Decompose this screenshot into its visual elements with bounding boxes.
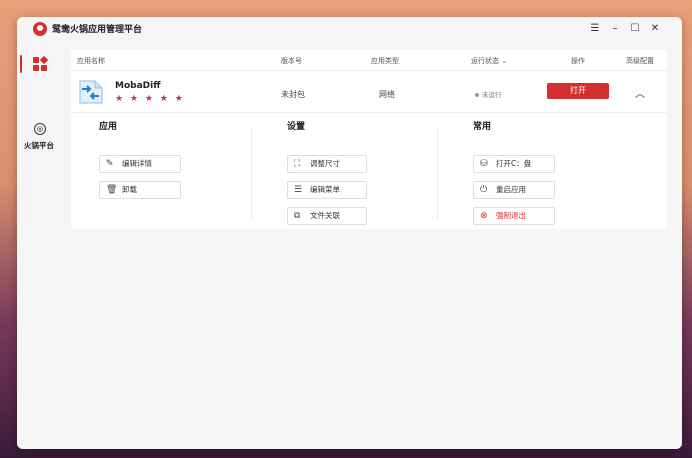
force-quit-label: 强制退出 (496, 211, 526, 220)
header-status-label: 运行状态 (471, 57, 499, 65)
app-version: 未封包 (281, 90, 305, 99)
list-icon: ☰ (294, 185, 303, 195)
section-title-settings: 设置 (287, 122, 306, 132)
files-icon: ⧉ (294, 211, 301, 221)
section-divider (437, 127, 438, 219)
edit-menu-button[interactable]: ☰ 编辑菜单 (287, 181, 367, 199)
active-indicator (20, 55, 22, 73)
rating-stars: ★ ★ ★ ★ ★ (115, 94, 185, 104)
status-dot-icon (475, 93, 479, 97)
close-icon[interactable]: ✕ (647, 21, 663, 37)
table-row[interactable]: MobaDiff ★ ★ ★ ★ ★ 未封包 网络 未运行 打开 ︿ (71, 71, 667, 113)
file-association-button[interactable]: ⧉ 文件关联 (287, 207, 367, 225)
menu-icon[interactable]: ☰ (587, 21, 603, 37)
app-title: 鸳鸯火锅应用管理平台 (52, 25, 143, 35)
header-action: 操作 (571, 57, 585, 65)
sidebar: ◎ 火锅平台 (17, 41, 61, 449)
app-window: 鸳鸯火锅应用管理平台 ☰ – ☐ ✕ ◎ 火锅平台 应用名称 版本号 应用类型 (17, 17, 682, 449)
restart-app-label: 重启应用 (496, 185, 526, 194)
section-title-app: 应用 (99, 122, 118, 132)
sidebar-item-apps[interactable] (17, 49, 61, 79)
header-version: 版本号 (281, 57, 302, 65)
hotpot-icon: ◎ (34, 123, 46, 135)
open-button[interactable]: 打开 (547, 83, 609, 99)
section-title-common: 常用 (473, 122, 492, 132)
power-icon: ⏻ (480, 185, 488, 195)
app-name: MobaDiff (115, 81, 161, 91)
status-badge: 未运行 (475, 89, 502, 99)
header-status[interactable]: 运行状态 ⌄ (471, 56, 507, 66)
resize-button[interactable]: ⛶ 调整尺寸 (287, 155, 367, 173)
sidebar-item-label: 火锅平台 (24, 141, 54, 150)
sidebar-item-hotpot[interactable]: ◎ 火锅平台 (17, 123, 61, 159)
edit-details-button[interactable]: ✎ 编辑详情 (99, 155, 181, 173)
uninstall-label: 卸载 (122, 185, 137, 194)
minimize-icon[interactable]: – (607, 21, 623, 37)
main-content: 应用名称 版本号 应用类型 运行状态 ⌄ 操作 高级配置 MobaDiff ★ … (61, 41, 682, 449)
maximize-icon[interactable]: ☐ (627, 21, 643, 37)
open-c-drive-label: 打开C：盘 (496, 159, 532, 168)
header-type: 应用类型 (371, 57, 399, 65)
grid-icon (33, 55, 49, 71)
mobadiff-icon (79, 80, 103, 104)
resize-icon: ⛶ (294, 159, 301, 169)
title-bar: 鸳鸯火锅应用管理平台 ☰ – ☐ ✕ (17, 17, 682, 41)
restart-app-button[interactable]: ⏻ 重启应用 (473, 181, 555, 199)
app-type: 网络 (379, 90, 395, 99)
file-association-label: 文件关联 (310, 211, 340, 220)
table-header: 应用名称 版本号 应用类型 运行状态 ⌄ 操作 高级配置 (71, 49, 667, 71)
force-quit-button[interactable]: ⊗ 强制退出 (473, 207, 555, 225)
app-card: 应用名称 版本号 应用类型 运行状态 ⌄ 操作 高级配置 MobaDiff ★ … (71, 49, 667, 229)
edit-menu-label: 编辑菜单 (310, 185, 340, 194)
header-name: 应用名称 (77, 57, 105, 65)
resize-label: 调整尺寸 (310, 159, 340, 168)
open-c-drive-button[interactable]: ⛁ 打开C：盘 (473, 155, 555, 173)
uninstall-button[interactable]: 🗑 卸载 (99, 181, 181, 199)
edit-details-label: 编辑详情 (122, 159, 152, 168)
status-label: 未运行 (482, 91, 502, 99)
app-logo-icon (33, 22, 47, 36)
sort-icon: ⌄ (501, 57, 508, 65)
header-advanced: 高级配置 (626, 57, 654, 65)
trash-icon: 🗑 (106, 185, 118, 195)
chevron-up-icon[interactable]: ︿ (635, 85, 645, 100)
close-circle-icon: ⊗ (480, 211, 488, 221)
drive-icon: ⛁ (480, 159, 488, 169)
edit-icon: ✎ (106, 159, 114, 169)
section-divider (251, 127, 252, 219)
